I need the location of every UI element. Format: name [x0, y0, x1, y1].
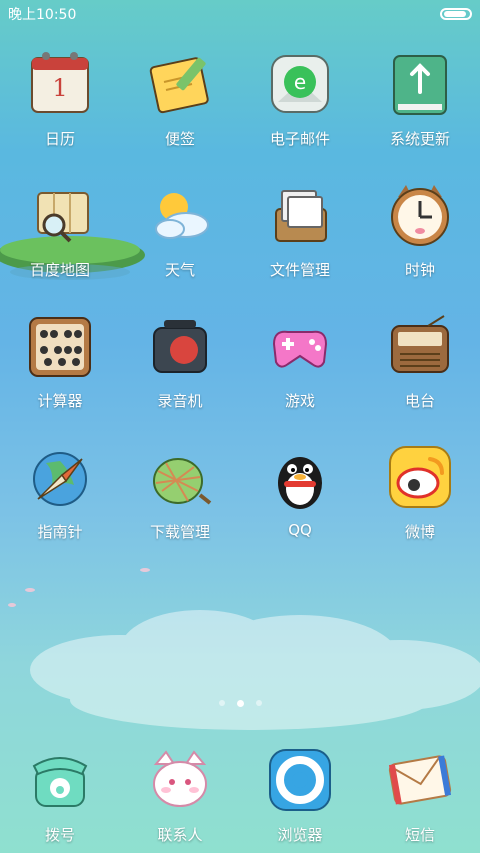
envelope-icon [388, 755, 452, 805]
battery-icon [440, 8, 472, 20]
app-row: 指南针 下载管理 QQ 微博 [0, 433, 480, 564]
app-label: 百度地图 [29, 261, 90, 279]
app-qq[interactable]: QQ [240, 433, 360, 564]
app-email[interactable]: e 电子邮件 [240, 40, 360, 171]
app-label: QQ [288, 521, 312, 539]
app-compass[interactable]: 指南针 [0, 433, 120, 564]
recorder-icon [153, 320, 207, 373]
contacts-cat-icon [153, 750, 207, 807]
app-radio[interactable]: 电台 [360, 302, 480, 433]
app-weibo[interactable]: 微博 [360, 433, 480, 564]
app-row: 计算器 录音机 游戏 电台 [0, 302, 480, 433]
weather-icon [155, 193, 209, 239]
app-label: 短信 [404, 826, 435, 844]
app-grid: 1 日历 便签 e 电子邮件 系统更新 百度地图 天气 文件管理 时钟 计算器 … [0, 40, 480, 564]
svg-text:1: 1 [52, 74, 67, 102]
dock-messages[interactable]: 短信 [360, 738, 480, 853]
abacus-calculator-icon [29, 317, 91, 377]
compass-icon [33, 452, 87, 506]
app-label: 指南针 [37, 523, 83, 541]
app-label: 微博 [404, 523, 435, 541]
app-file-manager[interactable]: 文件管理 [240, 171, 360, 302]
page-dot[interactable] [218, 700, 225, 706]
status-time: 晚上10:50 [8, 7, 77, 23]
app-label: 电子邮件 [269, 130, 330, 148]
app-label: 下载管理 [149, 523, 210, 541]
app-label: 天气 [164, 261, 195, 279]
download-net-icon [153, 458, 212, 505]
app-baidu-map[interactable]: 百度地图 [0, 171, 120, 302]
app-game[interactable]: 游戏 [240, 302, 360, 433]
app-label: 日历 [44, 130, 75, 148]
sticky-note-icon [149, 57, 209, 114]
dock-dialer[interactable]: 拨号 [0, 738, 120, 853]
app-label: 浏览器 [277, 826, 323, 844]
app-label: 系统更新 [389, 130, 450, 148]
app-label: 计算器 [37, 392, 83, 410]
app-recorder[interactable]: 录音机 [120, 302, 240, 433]
cloud-decoration [8, 568, 480, 730]
gamepad-icon [272, 330, 328, 368]
system-update-icon [393, 55, 447, 115]
app-label: 时钟 [404, 261, 435, 279]
browser-icon [269, 749, 331, 811]
app-download-manager[interactable]: 下载管理 [120, 433, 240, 564]
phone-icon [32, 757, 88, 807]
page-indicator [0, 700, 480, 707]
app-label: 录音机 [157, 392, 203, 410]
calendar-icon: 1 [31, 52, 89, 113]
dock-contacts[interactable]: 联系人 [120, 738, 240, 853]
app-row: 百度地图 天气 文件管理 时钟 [0, 171, 480, 302]
app-clock[interactable]: 时钟 [360, 171, 480, 302]
radio-icon [391, 315, 449, 373]
weibo-icon [389, 446, 451, 508]
qq-penguin-icon [278, 457, 322, 509]
page-dot-active[interactable] [236, 700, 244, 707]
app-label: 联系人 [157, 826, 203, 844]
app-system-update[interactable]: 系统更新 [360, 40, 480, 171]
file-manager-icon [275, 190, 327, 242]
app-notes[interactable]: 便签 [120, 40, 240, 171]
app-calculator[interactable]: 计算器 [0, 302, 120, 433]
dock: 拨号 联系人 浏览器 短信 [0, 738, 480, 853]
app-label: 文件管理 [269, 261, 330, 279]
dock-browser[interactable]: 浏览器 [240, 738, 360, 853]
email-icon: e [271, 55, 329, 113]
app-row: 1 日历 便签 e 电子邮件 系统更新 [0, 40, 480, 171]
clock-icon [391, 185, 449, 246]
svg-text:e: e [294, 70, 306, 94]
map-icon [37, 192, 89, 243]
app-label: 便签 [164, 130, 195, 148]
app-label: 电台 [404, 392, 435, 410]
app-weather[interactable]: 天气 [120, 171, 240, 302]
page-dot[interactable] [255, 700, 262, 706]
app-calendar[interactable]: 1 日历 [0, 40, 120, 171]
status-bar: 晚上10:50 [0, 0, 480, 28]
app-label: 拨号 [44, 826, 75, 844]
app-label: 游戏 [284, 392, 315, 410]
